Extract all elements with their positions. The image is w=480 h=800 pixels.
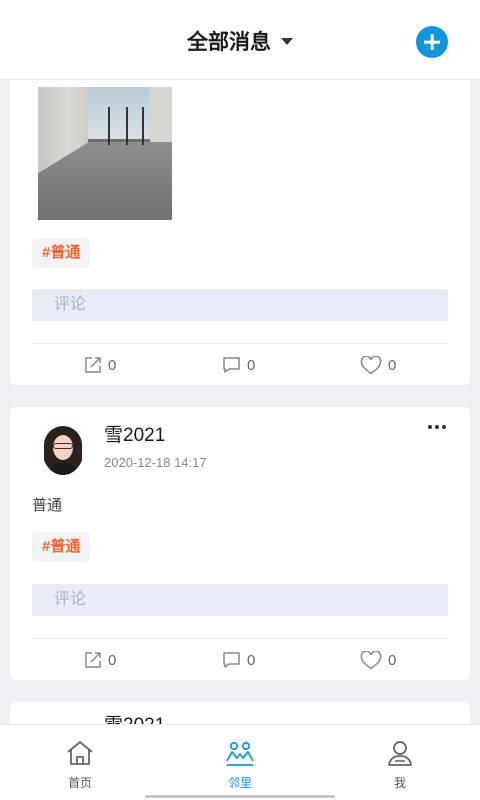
- like-button[interactable]: 0: [360, 355, 396, 375]
- comment-icon: [223, 357, 240, 373]
- message-filter-dropdown[interactable]: 全部消息: [0, 26, 480, 56]
- share-icon: [85, 357, 101, 373]
- post-card: 雪2021 2020-12-18 14:17 普通 #普通 评论 0 0 0: [10, 407, 470, 680]
- profile-icon: [388, 741, 412, 766]
- topic-tag[interactable]: #普通: [32, 532, 91, 562]
- divider: [32, 343, 448, 344]
- comment-input[interactable]: 评论: [32, 584, 448, 616]
- like-count: 0: [388, 356, 397, 374]
- share-icon: [85, 652, 101, 668]
- post-author[interactable]: 雪2021: [104, 420, 165, 447]
- comment-input[interactable]: 评论: [32, 289, 448, 321]
- comment-count: 0: [247, 651, 256, 669]
- avatar[interactable]: [42, 423, 84, 475]
- share-button[interactable]: 0: [84, 650, 116, 670]
- like-count: 0: [388, 651, 397, 669]
- page-title: 全部消息: [187, 31, 271, 54]
- like-button[interactable]: 0: [360, 650, 396, 670]
- heart-icon: [360, 355, 382, 374]
- top-bar: 全部消息: [0, 0, 480, 80]
- home-indicator[interactable]: [145, 795, 335, 798]
- post-photo[interactable]: [38, 87, 172, 220]
- tab-profile[interactable]: 我: [360, 739, 440, 791]
- home-icon: [67, 741, 93, 765]
- neighbors-icon: [226, 741, 254, 766]
- tab-label: 邻里: [227, 776, 252, 790]
- tab-label: 我: [393, 776, 406, 790]
- topic-tag[interactable]: #普通: [32, 238, 91, 268]
- tab-label: 首页: [67, 776, 92, 790]
- heart-icon: [360, 650, 382, 669]
- share-count: 0: [108, 651, 117, 669]
- add-post-button[interactable]: [416, 26, 448, 58]
- share-count: 0: [108, 356, 117, 374]
- tab-neighbors[interactable]: 邻里: [200, 739, 280, 791]
- bottom-tab-bar: 首页 邻里 我: [0, 724, 480, 800]
- comment-button[interactable]: 0: [222, 650, 255, 670]
- comment-icon: [223, 652, 240, 668]
- caret-down-icon: [281, 37, 293, 45]
- post-content: 普通: [32, 497, 63, 514]
- share-button[interactable]: 0: [84, 355, 116, 375]
- post-timestamp: 2020-12-18 14:17: [104, 455, 207, 470]
- divider: [32, 638, 448, 639]
- tab-home[interactable]: 首页: [40, 739, 120, 791]
- more-options-icon[interactable]: [428, 425, 446, 429]
- comment-count: 0: [247, 356, 256, 374]
- post-card: #普通 评论 0 0 0: [10, 60, 470, 385]
- comment-button[interactable]: 0: [222, 355, 255, 375]
